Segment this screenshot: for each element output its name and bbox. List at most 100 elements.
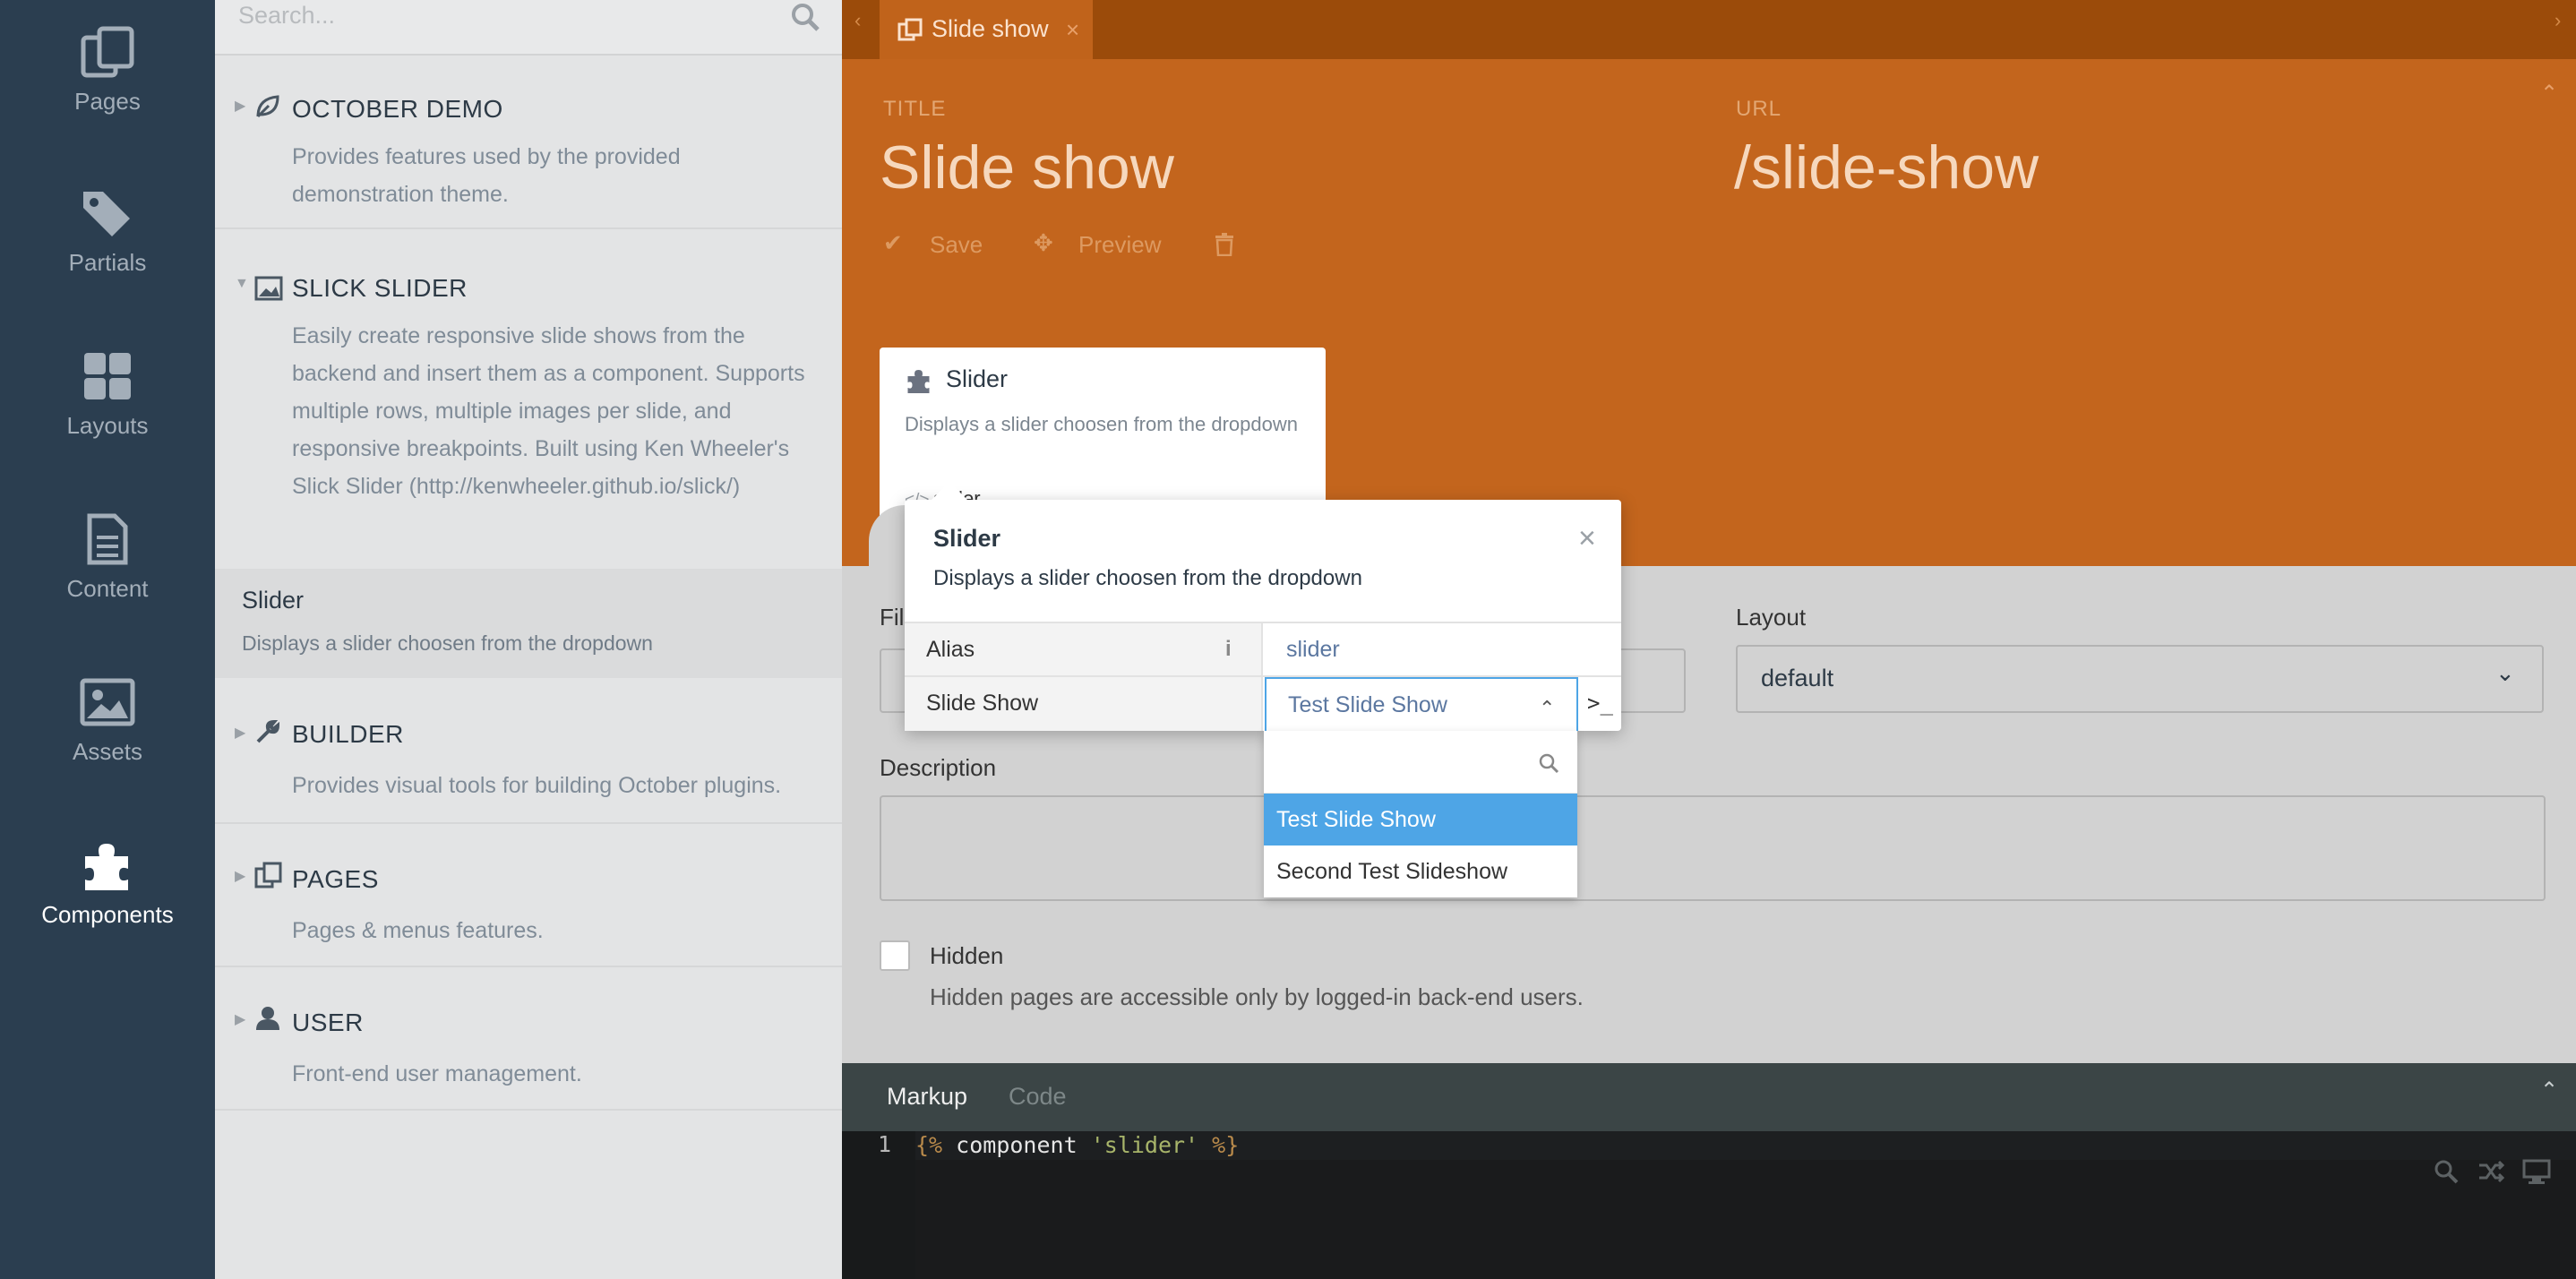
hidden-checkbox[interactable]: [880, 940, 910, 971]
nav-item-components[interactable]: Components: [0, 813, 215, 957]
plugin-name: OCTOBER DEMO: [292, 95, 503, 123]
tab-code[interactable]: Code: [1009, 1083, 1067, 1111]
slide-show-select[interactable]: Test Slide Show ⌃: [1265, 677, 1578, 731]
dropdown-search-input[interactable]: [1264, 731, 1577, 794]
line-gutter: 1: [842, 1131, 915, 1279]
nav-item-layouts[interactable]: Layouts: [0, 324, 215, 468]
property-row-alias: Alias i slider: [905, 622, 1621, 675]
plugin-user[interactable]: ▶ USER Front-end user management.: [215, 967, 842, 1111]
layouts-icon: [84, 353, 131, 399]
close-icon[interactable]: ×: [1578, 521, 1596, 556]
user-icon: [256, 1007, 279, 1030]
plugin-slick-slider[interactable]: ▼ SLICK SLIDER Easily create responsive …: [215, 231, 842, 569]
puzzle-icon: [907, 370, 930, 393]
component-inspector-popup: Slider Displays a slider choosen from th…: [905, 482, 1621, 731]
tab-close-icon[interactable]: ×: [1066, 16, 1079, 44]
plugin-description: Pages & menus features.: [292, 918, 544, 943]
tab-slide-show[interactable]: Slide show ×: [880, 0, 1093, 59]
tab-bar: ‹ Slide show × ›: [842, 0, 2576, 59]
hidden-label: Hidden: [930, 942, 1004, 969]
terminal-icon[interactable]: >_: [1587, 677, 1613, 729]
code-token-close: %}: [1198, 1132, 1240, 1158]
image-icon: [254, 276, 283, 301]
search-icon[interactable]: [2433, 1158, 2460, 1185]
shuffle-icon[interactable]: [2477, 1158, 2504, 1185]
component-list-panel: Search... ▶ OCTOBER DEMO Provides featur…: [215, 0, 842, 1279]
hidden-help-text: Hidden pages are accessible only by logg…: [930, 983, 1584, 1010]
tab-scroll-left-icon[interactable]: ‹: [854, 9, 861, 32]
popup-title: Slider: [933, 525, 1001, 552]
description-textarea[interactable]: [880, 795, 2546, 901]
nav-label: Content: [66, 575, 149, 602]
alias-input[interactable]: slider: [1265, 623, 1621, 675]
page-header: TITLE Slide show URL /slide-show ⌃ ✔ Sav…: [842, 59, 2576, 568]
layout-select[interactable]: default ⌄: [1736, 645, 2544, 713]
title-label: TITLE: [883, 97, 947, 121]
slide-show-dropdown: Test Slide Show Second Test Slideshow: [1264, 731, 1577, 897]
layout-value: default: [1761, 665, 1834, 691]
chevron-down-icon: ⌄: [2495, 659, 2515, 686]
plugin-builder[interactable]: ▶ BUILDER Provides visual tools for buil…: [215, 679, 842, 824]
url-label: URL: [1736, 97, 1782, 121]
pages-icon: [81, 26, 134, 78]
url-input[interactable]: /slide-show: [1734, 133, 2039, 202]
nav-label: Partials: [68, 249, 147, 276]
code-token-string: 'slider': [1090, 1132, 1199, 1158]
nav-label: Assets: [72, 738, 143, 765]
card-title: Slider: [946, 365, 1009, 392]
layout-label: Layout: [1736, 604, 1807, 631]
expand-arrow-icon[interactable]: ▶: [235, 867, 245, 885]
nav-label: Layouts: [66, 412, 149, 439]
crosshairs-icon: ✥: [1034, 229, 1053, 256]
app-window: Pages Partials Layouts Content Assets Co…: [0, 0, 2576, 1279]
plugin-october-demo[interactable]: ▶ OCTOBER DEMO Provides features used by…: [215, 57, 842, 229]
code-line: {% component 'slider' %}: [915, 1131, 1239, 1160]
plugin-name: USER: [292, 1009, 364, 1036]
plugin-name: BUILDER: [292, 720, 404, 748]
nav-item-assets[interactable]: Assets: [0, 650, 215, 794]
plugin-description: Provides visual tools for building Octob…: [292, 773, 782, 798]
save-label: Save: [930, 231, 983, 258]
plugin-name: SLICK SLIDER: [292, 274, 468, 302]
main-nav: Pages Partials Layouts Content Assets Co…: [0, 0, 215, 1279]
plugin-pages[interactable]: ▶ PAGES Pages & menus features.: [215, 824, 842, 967]
popup-caret: [932, 482, 967, 500]
file-icon: [87, 513, 128, 565]
expand-arrow-icon[interactable]: ▶: [235, 1010, 245, 1028]
code-editor[interactable]: 1 {% component 'slider' %}: [842, 1131, 2576, 1279]
component-description: Displays a slider choosen from the dropd…: [242, 631, 653, 655]
dropdown-option[interactable]: Test Slide Show: [1264, 794, 1577, 846]
search-bar[interactable]: Search...: [215, 0, 842, 56]
check-icon: ✔: [883, 229, 903, 256]
plugin-name: PAGES: [292, 865, 379, 893]
expand-arrow-icon[interactable]: ▶: [235, 97, 245, 115]
nav-item-content[interactable]: Content: [0, 487, 215, 631]
pages-icon: [897, 18, 923, 41]
collapse-header-icon[interactable]: ⌃: [2540, 81, 2558, 107]
component-name: Slider: [242, 587, 305, 614]
search-input[interactable]: Search...: [238, 0, 335, 30]
collapse-editor-icon[interactable]: ⌃: [2540, 1077, 2558, 1103]
tab-markup[interactable]: Markup: [887, 1083, 967, 1111]
expand-arrow-icon[interactable]: ▶: [235, 724, 245, 742]
nav-item-pages[interactable]: Pages: [0, 0, 215, 143]
chevron-up-icon: ⌃: [1539, 697, 1556, 719]
title-input[interactable]: Slide show: [880, 133, 1174, 202]
trash-icon[interactable]: [1215, 233, 1234, 256]
puzzle-icon: [85, 844, 128, 890]
preview-button[interactable]: ✥ Preview: [1034, 229, 1177, 262]
description-label: Description: [880, 754, 997, 781]
plugin-description: Front-end user management.: [292, 1061, 582, 1086]
save-button[interactable]: ✔ Save: [883, 229, 991, 262]
monitor-icon[interactable]: [2522, 1158, 2551, 1185]
nav-item-partials[interactable]: Partials: [0, 161, 215, 305]
search-icon[interactable]: [790, 2, 820, 32]
dropdown-option[interactable]: Second Test Slideshow: [1264, 846, 1577, 897]
collapse-arrow-icon[interactable]: ▼: [235, 276, 249, 292]
info-icon[interactable]: i: [1225, 623, 1232, 675]
tags-icon: [83, 192, 130, 236]
component-item-slider[interactable]: Slider Displays a slider choosen from th…: [215, 569, 842, 678]
nav-label: Components: [41, 901, 174, 928]
card-description: Displays a slider choosen from the dropd…: [905, 413, 1299, 435]
tab-scroll-right-icon[interactable]: ›: [2555, 9, 2561, 32]
